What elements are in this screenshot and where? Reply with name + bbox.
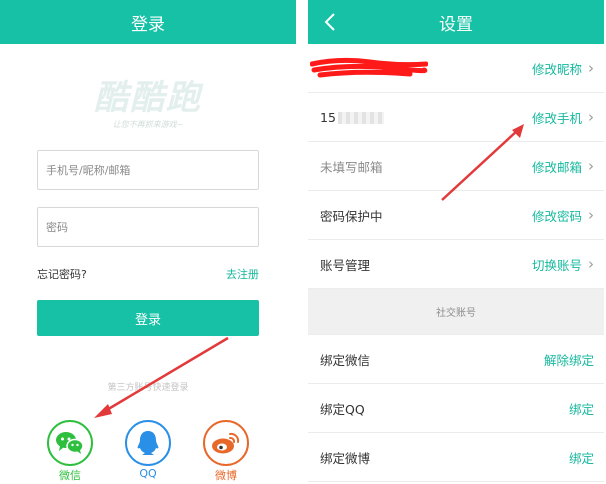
login-screen: 登录 酷酷跑 让您不再抓来游戏~ 忘记密码? 去注册 登录 第三方账号快速登录 …: [0, 0, 296, 484]
settings-screen: 设置 修改昵称 › 15 修改手机 › 未填写邮箱 修改邮箱 › 密码保护中 修改密码…: [308, 0, 604, 484]
annotation-arrow-right: [441, 124, 524, 201]
annotation-arrow-left: [94, 336, 229, 418]
